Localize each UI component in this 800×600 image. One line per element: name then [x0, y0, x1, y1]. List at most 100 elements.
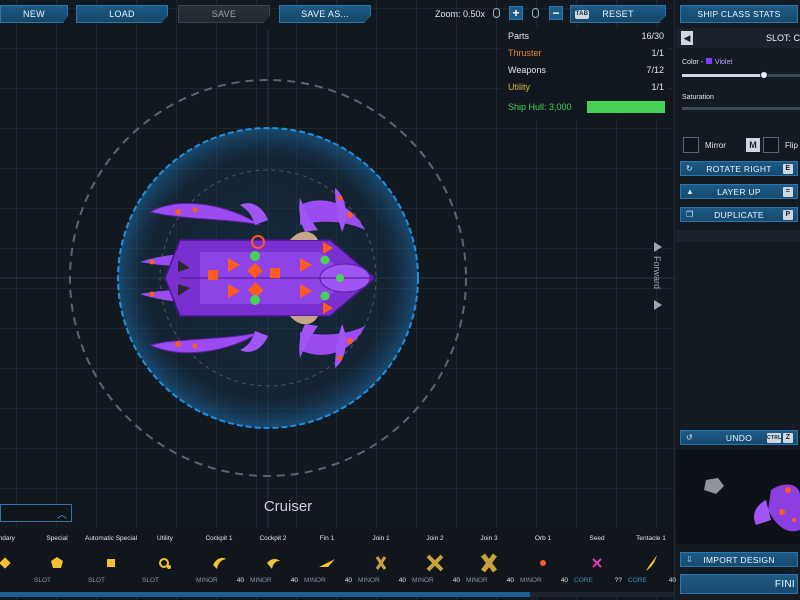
color-slider-handle[interactable]	[760, 71, 768, 79]
part-cost: 40	[452, 577, 460, 584]
mouse-wheel-down-icon	[532, 8, 539, 18]
load-button[interactable]: LOAD	[76, 5, 168, 23]
part-name: Fin 1	[319, 535, 335, 542]
import-design-button[interactable]: ⇩ IMPORT DESIGN	[680, 552, 798, 567]
part-item[interactable]: Tentacle 1 CORE 40	[624, 535, 678, 590]
import-label: IMPORT DESIGN	[703, 554, 775, 565]
part-item[interactable]: Join 3 MINOR 40	[462, 535, 516, 590]
reset-button[interactable]: TAB RESET	[570, 5, 666, 23]
thruster-value: 1/1	[651, 48, 664, 58]
part-cost: 40	[506, 577, 514, 584]
utility-value: 1/1	[651, 82, 664, 92]
color-row: Color - Violet	[682, 58, 732, 66]
part-name: ondary	[0, 535, 15, 542]
part-item[interactable]: Fin 1 MINOR 40	[300, 535, 354, 590]
part-cost: 40	[236, 577, 244, 584]
part-type: CORE	[628, 577, 647, 584]
parts-filter-box[interactable]: ︿	[0, 504, 72, 522]
finish-button[interactable]: FINI	[680, 574, 798, 594]
color-swatch	[705, 58, 712, 64]
layer-label: LAYER UP	[717, 186, 761, 197]
saturation-slider[interactable]	[682, 107, 800, 110]
slot-selector[interactable]: ◀ SLOT: C	[676, 28, 800, 48]
layer-up-button[interactable]: ▲ LAYER UP =	[680, 184, 798, 199]
part-type: MINOR	[358, 577, 380, 584]
color-label: Color -	[682, 59, 704, 66]
part-item[interactable]: Join 2 MINOR 40	[408, 535, 462, 590]
duplicate-button[interactable]: ❐ DUPLICATE P	[680, 207, 798, 222]
part-item[interactable]: Cockpit 1 MINOR 40	[192, 535, 246, 590]
rotate-label: ROTATE RIGHT	[706, 163, 772, 174]
undo-label: UNDO	[725, 432, 753, 443]
color-value: Violet	[714, 59, 733, 66]
tab-key-icon: TAB	[575, 10, 589, 19]
undo-button[interactable]: ↺ UNDO CTRL Z	[680, 430, 798, 445]
ship-body[interactable]	[140, 188, 377, 368]
mirror-checkbox[interactable]	[683, 137, 699, 153]
part-item[interactable]: Automatic Special SLOT	[84, 535, 138, 590]
part-type: MINOR	[250, 577, 272, 584]
part-item[interactable]: ondarySLOT	[0, 535, 32, 590]
utility-icon	[138, 551, 192, 575]
part-name: Join 1	[372, 535, 390, 542]
divider-strip	[676, 230, 800, 242]
layer-key: =	[783, 187, 793, 197]
part-name: Cockpit 2	[259, 535, 287, 542]
part-name: Cockpit 1	[205, 535, 233, 542]
part-item[interactable]: Utility SLOT	[138, 535, 192, 590]
zoom-in-button[interactable]: +	[509, 6, 523, 20]
part-cost: 40	[290, 577, 298, 584]
finish-label: FINI	[774, 578, 795, 590]
slot-prev-icon[interactable]: ◀	[681, 31, 693, 45]
zoom-label: Zoom: 0.50x	[435, 9, 486, 19]
zoom-out-button[interactable]: −	[549, 6, 563, 20]
seed-icon	[570, 551, 624, 575]
undo-key: Z	[783, 433, 793, 443]
part-name: Join 2	[426, 535, 444, 542]
parts-label: Parts	[508, 31, 530, 41]
utility-label: Utility	[508, 82, 530, 92]
part-name: Join 3	[480, 535, 498, 542]
join2-icon	[408, 551, 462, 575]
part-item[interactable]: Orb 1 MINOR 40	[516, 535, 570, 590]
part-item[interactable]: Seed CORE??	[570, 535, 624, 590]
part-type: SLOT	[88, 577, 105, 584]
rotate-icon: ↻	[686, 164, 694, 173]
ship-class-stats-button[interactable]: SHIP CLASS STATS	[680, 5, 798, 23]
part-cost: 40	[560, 577, 568, 584]
part-name: Utility	[157, 535, 173, 542]
ship-class-name: Cruiser	[263, 498, 313, 515]
part-cost: ??	[614, 577, 622, 584]
part-type: MINOR	[520, 577, 542, 584]
flip-checkbox[interactable]	[763, 137, 779, 153]
secondary-icon	[0, 551, 32, 575]
rotate-key: E	[783, 164, 793, 174]
join3-icon	[462, 551, 516, 575]
ctrl-key: CTRL	[767, 433, 782, 443]
part-name: Special	[46, 535, 68, 542]
cockpit1-icon	[192, 551, 246, 575]
part-item[interactable]: Cockpit 2 MINOR 40	[246, 535, 300, 590]
part-item[interactable]: Special SLOT	[30, 535, 84, 590]
parts-scrollbar[interactable]	[0, 592, 530, 597]
part-type: MINOR	[304, 577, 326, 584]
rotate-right-button[interactable]: ↻ ROTATE RIGHT E	[680, 161, 798, 176]
new-button[interactable]: NEW	[0, 5, 68, 23]
weapons-value: 7/12	[646, 65, 664, 75]
save-as-button[interactable]: SAVE AS...	[279, 5, 371, 23]
fin1-icon	[300, 551, 354, 575]
save-button[interactable]: SAVE	[178, 5, 270, 23]
slot-label: SLOT: C	[766, 33, 800, 43]
part-cost: 40	[668, 577, 676, 584]
reset-label: RESET	[602, 9, 634, 19]
mouse-wheel-icon	[493, 8, 500, 18]
part-type: SLOT	[142, 577, 159, 584]
orb1-icon	[516, 551, 570, 575]
part-name: Seed	[589, 535, 605, 542]
cockpit2-icon	[246, 551, 300, 575]
chevron-up-icon[interactable]: ︿	[57, 506, 67, 521]
mirror-key: M	[746, 138, 760, 152]
hull-bar	[587, 101, 665, 113]
color-slider[interactable]	[682, 71, 800, 79]
part-item[interactable]: Join 1 MINOR 40	[354, 535, 408, 590]
